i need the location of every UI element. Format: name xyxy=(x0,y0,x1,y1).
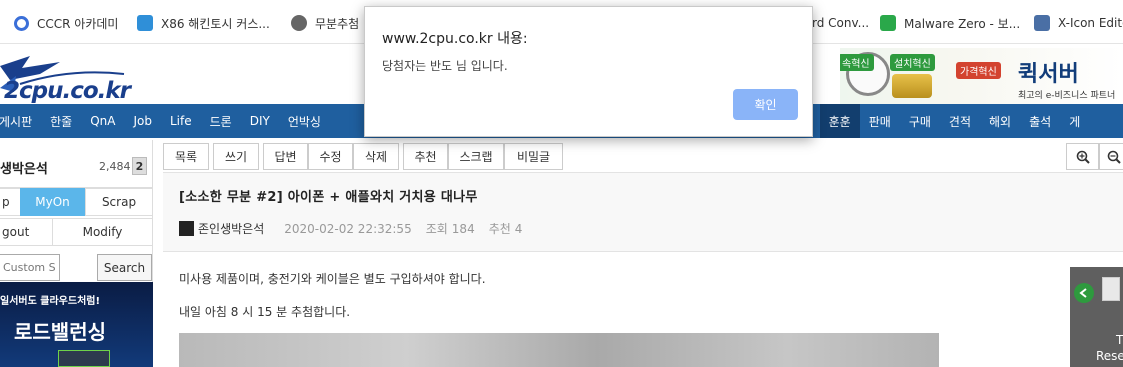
widget-prev-button[interactable] xyxy=(1074,283,1094,303)
nav-item[interactable]: 드론 xyxy=(201,104,241,138)
widget-text: T xyxy=(1116,333,1123,347)
views-label: 조회 xyxy=(425,222,448,236)
dialog-message: 당첨자는 반도 님 입니다. xyxy=(382,59,508,73)
banner-brand: 퀵서버 xyxy=(1018,62,1079,87)
views-count: 184 xyxy=(451,221,475,236)
sidebar-search-button[interactable]: Search xyxy=(97,254,152,281)
zoom-in-button[interactable] xyxy=(1066,143,1099,170)
bookmark-label: Malware Zero - 보... xyxy=(904,16,1021,31)
x86-icon xyxy=(137,15,153,31)
ad-text: 일서버도 클라우드처럼! xyxy=(0,296,101,307)
header-banner-ad[interactable]: 속혁신 설치혁신 가격혁신 퀵서버 최고의 e-비즈니스 파트너 xyxy=(840,48,1123,104)
left-sidebar: 생박은석 2,484 2 p MyOn Scrap gout Modify Cu… xyxy=(0,140,153,367)
username[interactable]: 생박은석 xyxy=(0,158,48,177)
right-side-widget[interactable]: T Rese xyxy=(1070,267,1123,367)
server-icon xyxy=(58,350,110,367)
globe-icon xyxy=(291,15,307,31)
reply-button[interactable]: 답변 xyxy=(263,143,308,170)
nav-item[interactable]: 게 xyxy=(1060,104,1089,138)
nav-item[interactable]: Life xyxy=(161,104,201,138)
chevron-left-icon xyxy=(1079,288,1087,298)
zoom-in-icon xyxy=(1076,150,1090,164)
banner-tag: 속혁신 xyxy=(840,54,874,71)
sidebar-ad-banner[interactable]: 일서버도 클라우드처럼! 로드밸런싱 xyxy=(0,282,153,367)
zoom-out-icon xyxy=(1107,150,1121,164)
post-body-line: 미사용 제품이며, 충전기와 케이블은 별도 구입하셔야 합니다. xyxy=(179,272,486,286)
recommend-label: 추천 xyxy=(488,222,511,236)
ad-title: 로드밸런싱 xyxy=(14,320,106,344)
scrap-post-button[interactable]: 스크랩 xyxy=(448,143,504,170)
post-image xyxy=(179,333,939,367)
nav-item[interactable]: 언박싱 xyxy=(279,104,330,138)
site-logo[interactable]: 2cpu.co.kr xyxy=(0,48,131,104)
x-icon-editor-icon xyxy=(1034,15,1050,31)
recommend-button[interactable]: 추천 xyxy=(403,143,448,170)
dialog-title: www.2cpu.co.kr 내용: xyxy=(382,31,528,47)
zoom-out-button[interactable] xyxy=(1099,143,1123,170)
edit-button[interactable]: 수정 xyxy=(308,143,353,170)
bookmark-label: rd Conv... xyxy=(812,16,870,30)
banner-tag: 설치혁신 xyxy=(890,54,935,71)
nav-item[interactable]: 게시판 xyxy=(0,104,41,138)
nav-item[interactable]: 훈훈 xyxy=(819,104,860,138)
bookmark-item[interactable]: X-Icon Edito xyxy=(1034,14,1123,32)
nav-item[interactable]: 판매 xyxy=(860,104,900,138)
post-header xyxy=(163,172,1123,252)
sidebar-button-p[interactable]: p xyxy=(0,188,21,216)
play-icon xyxy=(14,15,29,31)
malware-zero-icon xyxy=(880,15,896,31)
coins-icon xyxy=(892,74,932,98)
list-button[interactable]: 목록 xyxy=(163,143,209,170)
secret-post-button[interactable]: 비밀글 xyxy=(504,143,563,170)
bookmark-item[interactable]: rd Conv... xyxy=(812,14,869,32)
bookmark-item[interactable]: 무분추첨 xyxy=(291,14,359,32)
bookmark-label: CCCR 아카데미 xyxy=(37,16,119,31)
user-level-badge: 2 xyxy=(132,157,147,175)
bookmark-label: X86 해킨토시 커스... xyxy=(161,16,270,31)
logout-button[interactable]: gout xyxy=(0,218,53,246)
scrap-button[interactable]: Scrap xyxy=(85,188,153,216)
nav-item[interactable]: 출석 xyxy=(1020,104,1060,138)
widget-thumbnail xyxy=(1102,277,1120,301)
nav-item[interactable]: 해외 xyxy=(980,104,1020,138)
bookmark-item[interactable]: X86 해킨토시 커스... xyxy=(137,14,270,32)
write-button[interactable]: 쓰기 xyxy=(213,143,259,170)
delete-button[interactable]: 삭제 xyxy=(353,143,399,170)
post-title: [소소한 무분 #2] 아이폰 + 애플와치 거치용 대나무 xyxy=(179,190,478,205)
recommend-count: 4 xyxy=(514,221,523,236)
bookmark-label: X-Icon Edito xyxy=(1058,16,1123,30)
modify-button[interactable]: Modify xyxy=(52,218,153,246)
nav-item[interactable]: 견적 xyxy=(940,104,980,138)
widget-text: Rese xyxy=(1096,349,1123,363)
alert-dialog: www.2cpu.co.kr 내용: 당첨자는 반도 님 입니다. 확인 xyxy=(364,6,813,137)
nav-item[interactable]: QnA xyxy=(81,104,124,138)
nav-item[interactable]: 한줄 xyxy=(41,104,81,138)
post-author[interactable]: 존인생박은석 xyxy=(198,220,264,237)
myon-button[interactable]: MyOn xyxy=(20,188,85,216)
banner-slogan: 최고의 e-비즈니스 파트너 xyxy=(1018,91,1116,101)
post-body-line: 내일 아침 8 시 15 분 추첨합니다. xyxy=(179,305,351,319)
post-meta: 존인생박은석 2020-02-02 22:32:55 조회 184 추천 4 xyxy=(179,220,522,237)
user-points: 2,484 xyxy=(99,160,131,173)
bookmark-label: 무분추첨 xyxy=(315,16,360,31)
author-avatar-icon xyxy=(179,221,194,236)
banner-tag: 가격혁신 xyxy=(956,62,1001,79)
dialog-ok-button[interactable]: 확인 xyxy=(733,89,798,120)
sidebar-search-input[interactable]: Custom S xyxy=(0,254,60,281)
bookmark-item[interactable]: Malware Zero - 보... xyxy=(880,14,1020,32)
nav-item[interactable]: Job xyxy=(124,104,161,138)
post-date: 2020-02-02 22:32:55 xyxy=(284,221,412,236)
bookmark-item[interactable]: CCCR 아카데미 xyxy=(14,14,118,32)
logo-text: 2cpu.co.kr xyxy=(4,78,131,104)
nav-item[interactable]: DIY xyxy=(241,104,279,138)
nav-item[interactable]: 구매 xyxy=(900,104,940,138)
